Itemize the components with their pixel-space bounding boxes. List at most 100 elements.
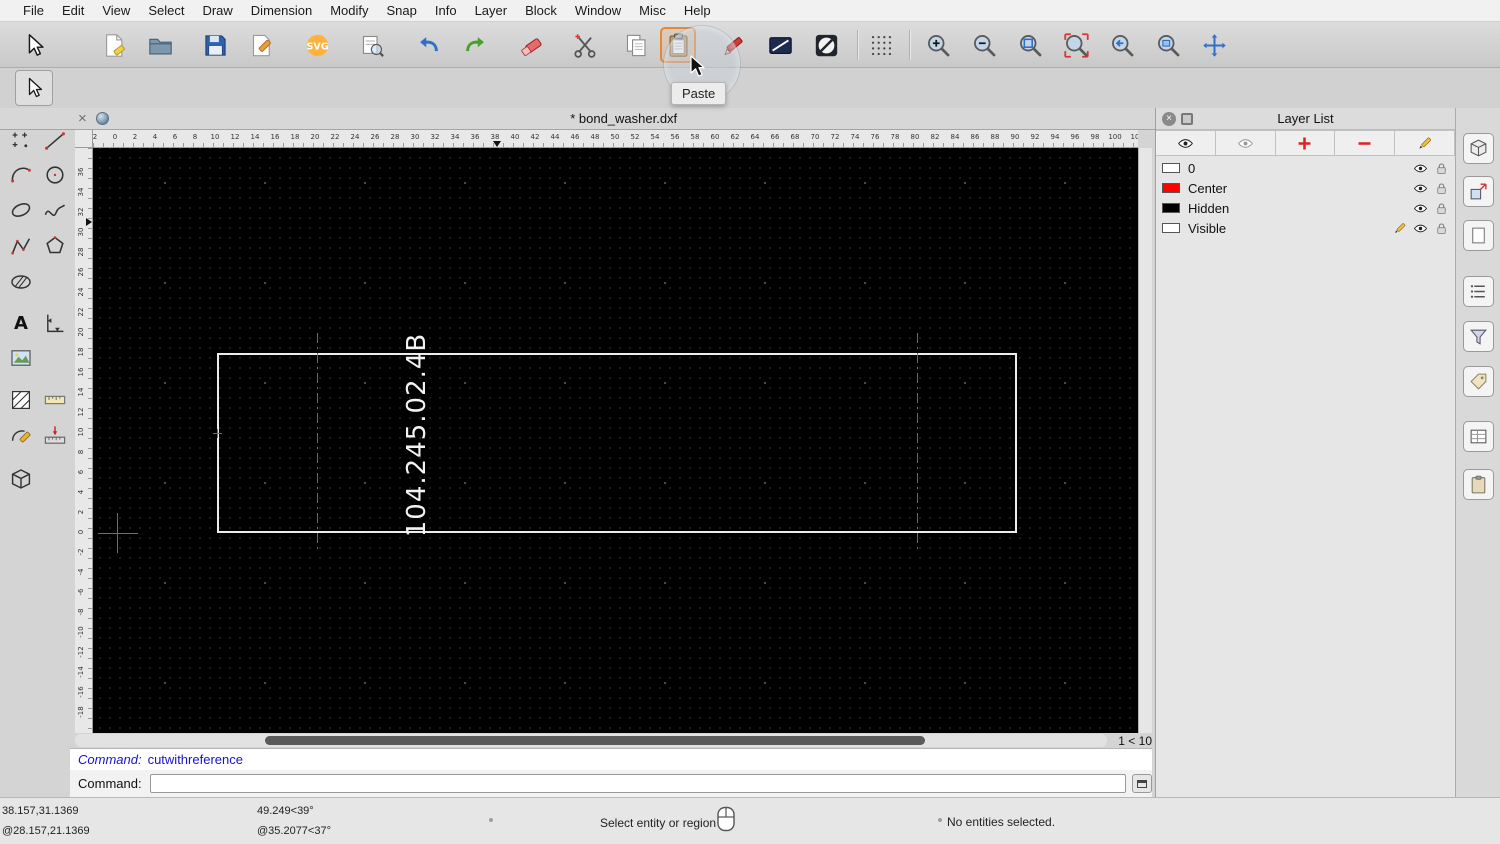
- menu-modify[interactable]: Modify: [321, 3, 377, 18]
- menu-snap[interactable]: Snap: [378, 3, 426, 18]
- toolbar-stop-actions-button[interactable]: [808, 27, 844, 63]
- layer-lock-icon[interactable]: [1433, 160, 1449, 176]
- toolbar-cut-button[interactable]: [567, 27, 603, 63]
- close-tab-icon[interactable]: ×: [78, 111, 87, 126]
- arc-tool-button[interactable]: [4, 158, 37, 191]
- layer-row-visible[interactable]: Visible: [1156, 218, 1455, 238]
- menu-info[interactable]: Info: [426, 3, 466, 18]
- newdoc-icon: [105, 33, 125, 57]
- polygon-tool-button[interactable]: [38, 229, 71, 262]
- absolute-polar: 49.249<39°: [257, 805, 314, 817]
- dock-page-button[interactable]: [1463, 220, 1494, 251]
- toolbar-zoom-in-button[interactable]: [920, 27, 956, 63]
- select-tool-button[interactable]: [15, 70, 53, 106]
- toolbar-redo-button[interactable]: [457, 27, 493, 63]
- ruler-left-label: 22: [77, 307, 85, 317]
- dock-table-button[interactable]: [1463, 421, 1494, 452]
- toolbar-zoom-out-button[interactable]: [966, 27, 1002, 63]
- toolbar-zoom-previous-button[interactable]: [1104, 27, 1140, 63]
- detach-panel-icon[interactable]: [1181, 112, 1193, 125]
- drawing-canvas[interactable]: 104.245.02.4B: [93, 148, 1138, 733]
- measure-tool-button[interactable]: [38, 419, 71, 452]
- horizontal-scrollbar-thumb[interactable]: [265, 736, 925, 745]
- toolbar-separator: [857, 30, 858, 60]
- points-tool-button[interactable]: [4, 124, 37, 157]
- action-hint: Select entity or region: [600, 816, 717, 830]
- toolbar-zoom-window-button[interactable]: [1150, 27, 1186, 63]
- toolbar-zoom-select-button[interactable]: [1058, 27, 1094, 63]
- toolbar-new-document-button[interactable]: [96, 27, 132, 63]
- block-tool-button[interactable]: [4, 462, 37, 495]
- add-layer-button[interactable]: [1275, 130, 1336, 156]
- menu-block[interactable]: Block: [516, 3, 566, 18]
- menu-draw[interactable]: Draw: [193, 3, 241, 18]
- polyline-tool-button[interactable]: [4, 229, 37, 262]
- menu-view[interactable]: View: [93, 3, 139, 18]
- command-input[interactable]: [149, 774, 1127, 793]
- toolbar-erase-button[interactable]: [513, 27, 549, 63]
- toolbar-save-button[interactable]: [197, 27, 233, 63]
- command-detach-button[interactable]: [1132, 774, 1152, 793]
- dock-cube-button[interactable]: [1463, 133, 1494, 164]
- centerline-left[interactable]: [317, 333, 318, 553]
- line-tool-button[interactable]: [38, 124, 71, 157]
- toolbar-save-as-button[interactable]: [244, 27, 280, 63]
- rectangle-entity[interactable]: [217, 353, 1017, 533]
- circle-tool-button[interactable]: [38, 158, 71, 191]
- toolbar-print-preview-button[interactable]: [354, 27, 390, 63]
- dock-block-button[interactable]: [1463, 176, 1494, 207]
- toolbar-select-button[interactable]: [16, 27, 52, 63]
- show-all-layers-button[interactable]: [1156, 130, 1216, 156]
- close-panel-icon[interactable]: ×: [1162, 111, 1176, 126]
- menu-misc[interactable]: Misc: [630, 3, 675, 18]
- menu-window[interactable]: Window: [566, 3, 630, 18]
- toolbar-zoom-auto-button[interactable]: [1012, 27, 1048, 63]
- ellipse-tool-button[interactable]: [4, 193, 37, 226]
- menu-select[interactable]: Select: [139, 3, 193, 18]
- hatch-pattern-tool-button[interactable]: [4, 383, 37, 416]
- toolbar-copy-button[interactable]: [618, 27, 654, 63]
- part-number-label[interactable]: 104.245.02.4B: [402, 333, 432, 538]
- toolbar-export-svg-button[interactable]: SVG: [299, 27, 335, 63]
- layer-visibility-icon[interactable]: [1412, 180, 1428, 196]
- menu-layer[interactable]: Layer: [466, 3, 517, 18]
- toolbar-draw-order-button[interactable]: [762, 27, 798, 63]
- toolbar-open-button[interactable]: [142, 27, 178, 63]
- dock-tag-button[interactable]: [1463, 366, 1494, 397]
- menu-file[interactable]: File: [14, 3, 53, 18]
- copy-icon: [626, 34, 645, 56]
- remove-layer-button[interactable]: [1335, 130, 1396, 156]
- menu-dimension[interactable]: Dimension: [242, 3, 321, 18]
- origin-crosshair: [117, 513, 118, 553]
- hatch-tool-button[interactable]: [4, 265, 37, 298]
- layer-row-0[interactable]: 0: [1156, 158, 1455, 178]
- layer-visibility-icon[interactable]: [1412, 220, 1428, 236]
- layer-visibility-icon[interactable]: [1412, 200, 1428, 216]
- horizontal-scrollbar[interactable]: [75, 734, 1107, 747]
- toolbar-zoom-pan-button[interactable]: [1196, 27, 1232, 63]
- layer-row-hidden[interactable]: Hidden: [1156, 198, 1455, 218]
- spline-tool-button[interactable]: [38, 193, 71, 226]
- menu-edit[interactable]: Edit: [53, 3, 93, 18]
- ruler-tool-button[interactable]: [38, 383, 71, 416]
- dock-funnel-button[interactable]: [1463, 321, 1494, 352]
- layer-lock-icon[interactable]: [1433, 200, 1449, 216]
- text-tool-button[interactable]: A: [4, 306, 37, 339]
- dimension-tool-button[interactable]: [38, 306, 71, 339]
- toolbar-grid-snap-button[interactable]: [863, 27, 899, 63]
- hide-all-layers-button[interactable]: [1215, 130, 1276, 156]
- dock-clipboard-button[interactable]: [1463, 469, 1494, 500]
- layer-row-center[interactable]: Center: [1156, 178, 1455, 198]
- layer-lock-icon[interactable]: [1433, 220, 1449, 236]
- layer-lock-icon[interactable]: [1433, 180, 1449, 196]
- edit-layer-button[interactable]: [1395, 130, 1455, 156]
- menu-help[interactable]: Help: [675, 3, 720, 18]
- centerline-right[interactable]: [917, 333, 918, 553]
- polyline-edit-tool-button[interactable]: [4, 419, 37, 452]
- image-tool-button[interactable]: [4, 341, 37, 374]
- float-window-icon[interactable]: [95, 112, 109, 125]
- layer-visibility-icon[interactable]: [1412, 160, 1428, 176]
- dock-list-button[interactable]: [1463, 276, 1494, 307]
- toolbar-undo-button[interactable]: [410, 27, 446, 63]
- vertical-scrollbar[interactable]: [1138, 148, 1152, 733]
